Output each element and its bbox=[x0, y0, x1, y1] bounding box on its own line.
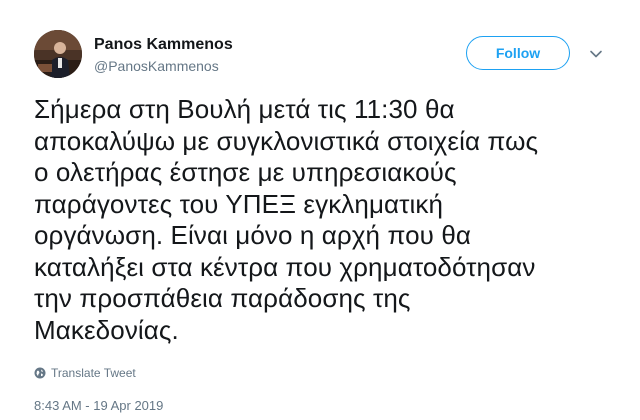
chevron-down-icon[interactable] bbox=[588, 46, 604, 62]
profile-photo-icon bbox=[34, 30, 82, 78]
follow-button[interactable]: Follow bbox=[466, 36, 570, 70]
translate-tweet-label: Translate Tweet bbox=[51, 366, 136, 380]
tweet-timestamp[interactable]: 8:43 AM - 19 Apr 2019 bbox=[34, 398, 163, 413]
translate-tweet-link[interactable]: Translate Tweet bbox=[34, 366, 136, 380]
avatar[interactable] bbox=[34, 30, 82, 78]
author-name[interactable]: Panos Kammenos bbox=[94, 36, 233, 54]
author-handle[interactable]: @PanosKammenos bbox=[94, 58, 219, 74]
tweet-text: Σήμερα στη Βουλή μετά τις 11:30 θα αποκα… bbox=[34, 94, 539, 345]
tweet-card: Panos Kammenos @PanosKammenos Follow Σήμ… bbox=[0, 0, 640, 420]
globe-icon bbox=[34, 367, 46, 379]
